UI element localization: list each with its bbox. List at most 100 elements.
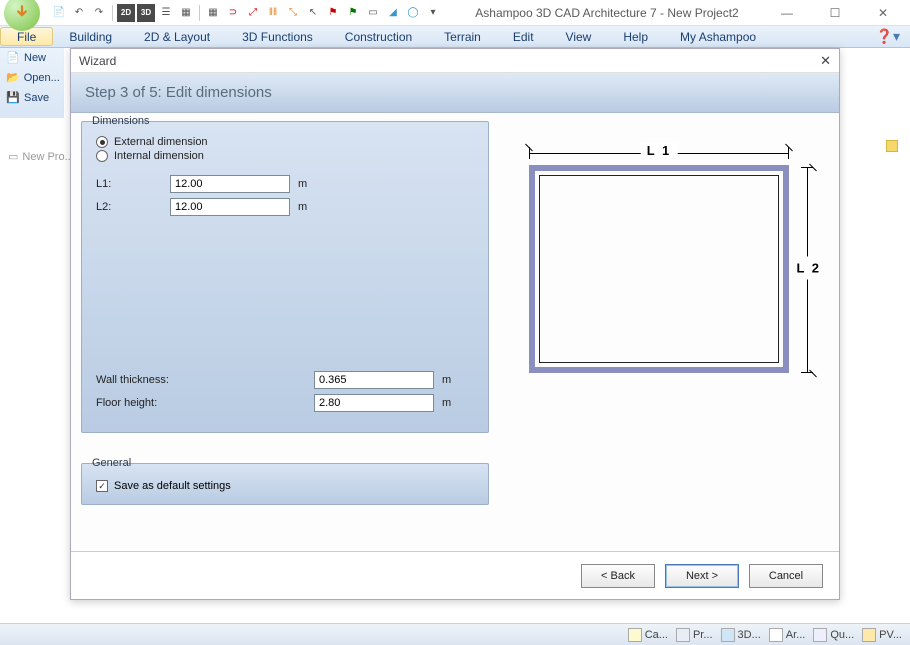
menu-help[interactable]: Help	[607, 26, 664, 47]
side-new[interactable]: 📄 New	[0, 48, 64, 68]
general-group: General ✓ Save as default settings	[81, 463, 489, 505]
side-new-label: New	[24, 52, 46, 64]
status-pv-label: PV...	[879, 629, 902, 641]
status-ar[interactable]: Ar...	[769, 628, 806, 642]
wall-thickness-label: Wall thickness:	[96, 374, 314, 386]
menu-edit[interactable]: Edit	[497, 26, 550, 47]
grid-icon	[721, 628, 735, 642]
separator	[199, 5, 200, 21]
radio-external-dimension[interactable]: External dimension	[96, 136, 478, 148]
dimension-line-l1: L 1	[529, 147, 789, 159]
cursor-icon[interactable]: ↖	[304, 4, 322, 22]
status-pv[interactable]: PV...	[862, 628, 902, 642]
tick-icon	[525, 143, 533, 151]
wall-thickness-unit: m	[442, 374, 451, 386]
tile-icon[interactable]: ▦	[177, 4, 195, 22]
separator	[112, 5, 113, 21]
status-3d[interactable]: 3D...	[721, 628, 761, 642]
l2-row: L2: m	[96, 198, 478, 216]
wizard-titlebar[interactable]: Wizard ✕	[71, 49, 839, 73]
flag2-icon[interactable]: ⚑	[344, 4, 362, 22]
redo-icon[interactable]	[90, 4, 108, 22]
doc-icon	[769, 628, 783, 642]
maximize-button[interactable]: ☐	[820, 3, 850, 23]
radio-internal-dimension[interactable]: Internal dimension	[96, 150, 478, 162]
minimize-button[interactable]: —	[772, 3, 802, 23]
l1-label: L1:	[96, 178, 170, 190]
wizard-close-button[interactable]: ✕	[820, 53, 831, 69]
statusbar: Ca... Pr... 3D... Ar... Qu... PV...	[0, 623, 910, 645]
side-panel-toggle[interactable]	[886, 140, 898, 152]
new-icon: 📄	[6, 51, 20, 65]
bars-icon[interactable]: ‖‖	[264, 4, 282, 22]
new-doc-icon[interactable]: 📄	[50, 4, 68, 22]
back-button[interactable]: < Back	[581, 564, 655, 588]
eraser-icon[interactable]: ◢	[384, 4, 402, 22]
titlebar: 📄 2D 3D ☰ ▦ ▦ ⊃ ⤢ ‖‖ ⤡ ↖ ⚑ ⚑ ▭ ◢ ◯ ▾ Ash…	[0, 0, 910, 26]
app-title: Ashampoo 3D CAD Architecture 7 - New Pro…	[442, 6, 772, 20]
layers-icon[interactable]: ▭	[364, 4, 382, 22]
dimension-label-l1: L 1	[641, 143, 678, 158]
radio-dot-icon	[96, 150, 108, 162]
menu-3d-functions[interactable]: 3D Functions	[226, 26, 329, 47]
status-pr[interactable]: Pr...	[676, 628, 713, 642]
3d-view-icon[interactable]: 3D	[137, 4, 155, 22]
general-legend: General	[90, 457, 133, 469]
list-icon[interactable]: ☰	[157, 4, 175, 22]
side-save-label: Save	[24, 92, 49, 104]
menu-building[interactable]: Building	[53, 26, 128, 47]
preview-inner-wall	[539, 175, 779, 363]
close-button[interactable]: ✕	[868, 3, 898, 23]
quick-toolbar: 📄 2D 3D ☰ ▦ ▦ ⊃ ⤢ ‖‖ ⤡ ↖ ⚑ ⚑ ▭ ◢ ◯ ▾	[50, 4, 442, 22]
snap-icon[interactable]: ⤢	[244, 4, 262, 22]
l1-input[interactable]	[170, 175, 290, 193]
wizard-body: Dimensions External dimension Internal d…	[71, 113, 839, 551]
wall-thickness-input[interactable]	[314, 371, 434, 389]
floor-height-input[interactable]	[314, 394, 434, 412]
undo-icon[interactable]	[70, 4, 88, 22]
open-icon: 📂	[6, 71, 20, 85]
menubar: File Building 2D & Layout 3D Functions C…	[0, 26, 910, 48]
help-icon[interactable]: ❓▾	[866, 26, 910, 47]
l2-label: L2:	[96, 201, 170, 213]
dropdown-icon[interactable]: ▾	[424, 4, 442, 22]
status-qu[interactable]: Qu...	[813, 628, 854, 642]
menu-my-ashampoo[interactable]: My Ashampoo	[664, 26, 772, 47]
wizard-preview-panel: L 1 L 2	[499, 113, 839, 551]
preview-outer-wall	[529, 165, 789, 373]
save-default-checkbox-row[interactable]: ✓ Save as default settings	[96, 480, 478, 492]
menu-2d-layout[interactable]: 2D & Layout	[128, 26, 226, 47]
cancel-button[interactable]: Cancel	[749, 564, 823, 588]
l1-unit: m	[298, 178, 307, 190]
l1-row: L1: m	[96, 175, 478, 193]
tick-icon	[785, 143, 793, 151]
tab-new-project-label: New Pro...	[22, 151, 73, 163]
circle-icon[interactable]: ◯	[404, 4, 422, 22]
status-ca[interactable]: Ca...	[628, 628, 668, 642]
status-pr-label: Pr...	[693, 629, 713, 641]
checkbox-checked-icon: ✓	[96, 480, 108, 492]
tab-new-project[interactable]: ▭ New Pro...	[8, 150, 74, 163]
2d-view-icon[interactable]: 2D	[117, 4, 135, 22]
tree-icon	[676, 628, 690, 642]
sun-icon	[862, 628, 876, 642]
tick-icon	[809, 369, 817, 377]
wizard-title: Wizard	[79, 54, 116, 68]
menu-terrain[interactable]: Terrain	[428, 26, 497, 47]
menu-view[interactable]: View	[550, 26, 608, 47]
floor-height-label: Floor height:	[96, 397, 314, 409]
table-icon	[813, 628, 827, 642]
axis-icon[interactable]: ⤡	[284, 4, 302, 22]
menu-construction[interactable]: Construction	[329, 26, 428, 47]
radio-internal-label: Internal dimension	[114, 150, 204, 162]
magnet-icon[interactable]: ⊃	[224, 4, 242, 22]
dimension-preview: L 1 L 2	[519, 143, 819, 393]
side-open[interactable]: 📂 Open...	[0, 68, 64, 88]
status-ar-label: Ar...	[786, 629, 806, 641]
grid-icon[interactable]: ▦	[204, 4, 222, 22]
l2-input[interactable]	[170, 198, 290, 216]
tick-icon	[809, 163, 817, 171]
flag-icon[interactable]: ⚑	[324, 4, 342, 22]
next-button[interactable]: Next >	[665, 564, 739, 588]
side-save[interactable]: 💾 Save	[0, 88, 64, 108]
